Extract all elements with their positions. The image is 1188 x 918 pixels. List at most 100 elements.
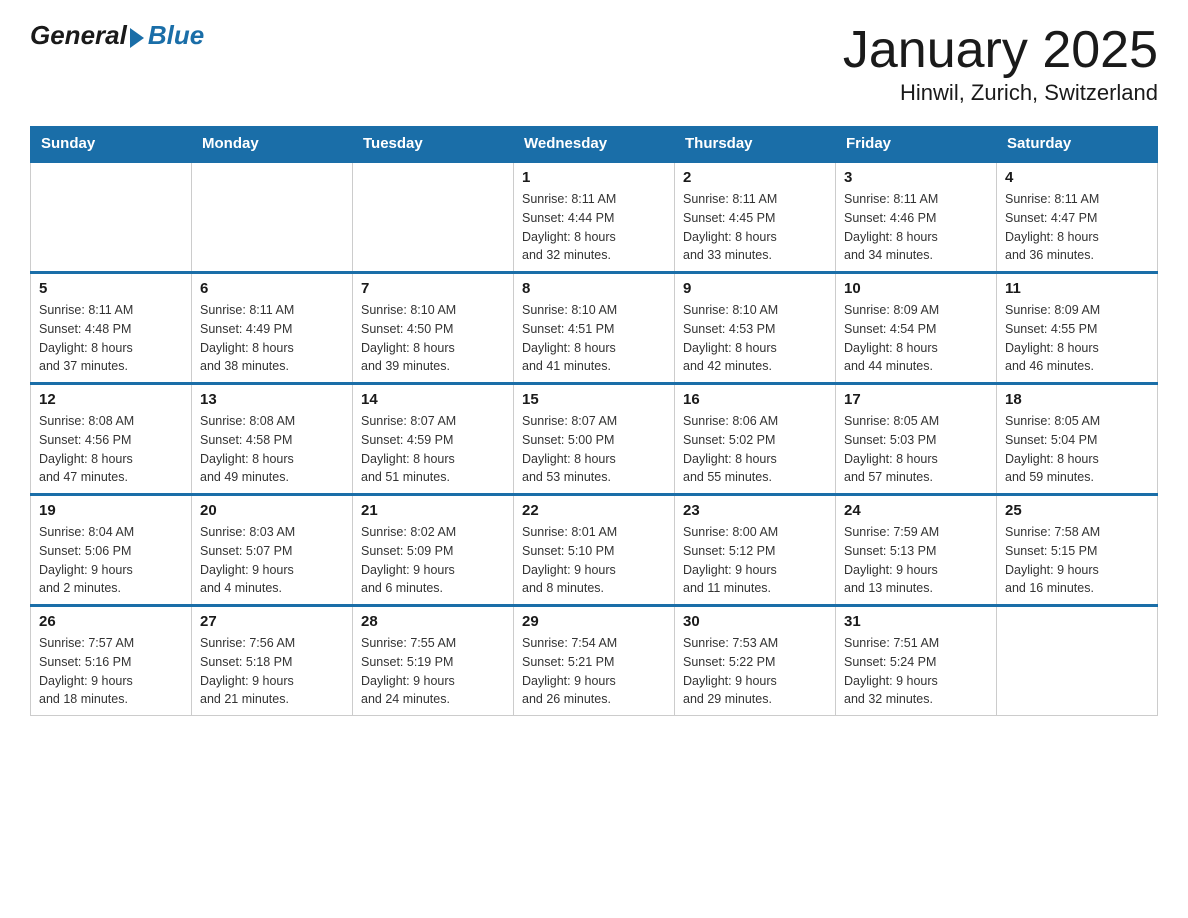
day-number: 7	[361, 280, 505, 297]
day-info: Sunrise: 8:11 AM Sunset: 4:45 PM Dayligh…	[683, 190, 827, 265]
logo: General Blue	[30, 20, 204, 51]
day-info: Sunrise: 8:01 AM Sunset: 5:10 PM Dayligh…	[522, 523, 666, 598]
day-number: 22	[522, 502, 666, 519]
calendar-header-thursday: Thursday	[675, 127, 836, 162]
calendar-week-row: 12 Sunrise: 8:08 AM Sunset: 4:56 PM Dayli…	[31, 384, 1158, 495]
calendar-cell: 4 Sunrise: 8:11 AM Sunset: 4:47 PM Daylig…	[997, 162, 1158, 273]
day-info: Sunrise: 8:03 AM Sunset: 5:07 PM Dayligh…	[200, 523, 344, 598]
day-info: Sunrise: 8:04 AM Sunset: 5:06 PM Dayligh…	[39, 523, 183, 598]
calendar-cell: 29Sunrise: 7:54 AM Sunset: 5:21 PM Dayli…	[514, 606, 675, 716]
day-number: 14	[361, 391, 505, 408]
calendar-week-row: 26 Sunrise: 7:57 AM Sunset: 5:16 PM Dayli…	[31, 606, 1158, 716]
calendar-cell: 27Sunrise: 7:56 AM Sunset: 5:18 PM Dayli…	[192, 606, 353, 716]
calendar-cell	[353, 162, 514, 273]
day-info: Sunrise: 8:05 AM Sunset: 5:03 PM Dayligh…	[844, 412, 988, 487]
location-text: Hinwil, Zurich, Switzerland	[843, 80, 1158, 106]
calendar-header-saturday: Saturday	[997, 127, 1158, 162]
day-number: 1	[522, 169, 666, 186]
calendar-header-monday: Monday	[192, 127, 353, 162]
calendar-cell: 12 Sunrise: 8:08 AM Sunset: 4:56 PM Dayli…	[31, 384, 192, 495]
day-info: Sunrise: 8:08 AM Sunset: 4:56 PM Dayligh…	[39, 412, 183, 487]
calendar-cell: 31 Sunrise: 7:51 AM Sunset: 5:24 PM Dayli…	[836, 606, 997, 716]
calendar-header-sunday: Sunday	[31, 127, 192, 162]
calendar-header-tuesday: Tuesday	[353, 127, 514, 162]
day-number: 9	[683, 280, 827, 297]
day-number: 25	[1005, 502, 1149, 519]
calendar-cell: 9 Sunrise: 8:10 AM Sunset: 4:53 PM Daylig…	[675, 273, 836, 384]
calendar-cell: 24 Sunrise: 7:59 AM Sunset: 5:13 PM Dayli…	[836, 495, 997, 606]
calendar-cell: 1 Sunrise: 8:11 AM Sunset: 4:44 PM Daylig…	[514, 162, 675, 273]
day-number: 29	[522, 613, 666, 630]
day-info: Sunrise: 7:58 AM Sunset: 5:15 PM Dayligh…	[1005, 523, 1149, 598]
day-number: 23	[683, 502, 827, 519]
day-number: 4	[1005, 169, 1149, 186]
day-number: 30	[683, 613, 827, 630]
calendar-cell	[31, 162, 192, 273]
day-number: 31	[844, 613, 988, 630]
calendar-table: SundayMondayTuesdayWednesdayThursdayFrid…	[30, 126, 1158, 716]
logo-blue-text: Blue	[148, 20, 204, 51]
day-info: Sunrise: 8:11 AM Sunset: 4:44 PM Dayligh…	[522, 190, 666, 265]
day-info: Sunrise: 7:51 AM Sunset: 5:24 PM Dayligh…	[844, 634, 988, 709]
day-info: Sunrise: 7:53 AM Sunset: 5:22 PM Dayligh…	[683, 634, 827, 709]
calendar-cell: 19Sunrise: 8:04 AM Sunset: 5:06 PM Dayli…	[31, 495, 192, 606]
calendar-cell: 17 Sunrise: 8:05 AM Sunset: 5:03 PM Dayli…	[836, 384, 997, 495]
calendar-cell: 16 Sunrise: 8:06 AM Sunset: 5:02 PM Dayli…	[675, 384, 836, 495]
calendar-cell: 13 Sunrise: 8:08 AM Sunset: 4:58 PM Dayli…	[192, 384, 353, 495]
day-number: 26	[39, 613, 183, 630]
day-number: 6	[200, 280, 344, 297]
day-number: 3	[844, 169, 988, 186]
day-number: 5	[39, 280, 183, 297]
calendar-header-friday: Friday	[836, 127, 997, 162]
page-header: General Blue January 2025 Hinwil, Zurich…	[30, 20, 1158, 106]
day-info: Sunrise: 8:10 AM Sunset: 4:51 PM Dayligh…	[522, 301, 666, 376]
calendar-cell: 22 Sunrise: 8:01 AM Sunset: 5:10 PM Dayli…	[514, 495, 675, 606]
day-info: Sunrise: 8:11 AM Sunset: 4:47 PM Dayligh…	[1005, 190, 1149, 265]
day-number: 12	[39, 391, 183, 408]
calendar-cell	[997, 606, 1158, 716]
day-info: Sunrise: 8:09 AM Sunset: 4:54 PM Dayligh…	[844, 301, 988, 376]
calendar-cell: 2 Sunrise: 8:11 AM Sunset: 4:45 PM Daylig…	[675, 162, 836, 273]
day-number: 15	[522, 391, 666, 408]
day-info: Sunrise: 8:07 AM Sunset: 5:00 PM Dayligh…	[522, 412, 666, 487]
day-number: 10	[844, 280, 988, 297]
day-info: Sunrise: 7:59 AM Sunset: 5:13 PM Dayligh…	[844, 523, 988, 598]
day-number: 8	[522, 280, 666, 297]
day-number: 16	[683, 391, 827, 408]
calendar-cell	[192, 162, 353, 273]
day-info: Sunrise: 8:10 AM Sunset: 4:53 PM Dayligh…	[683, 301, 827, 376]
day-number: 2	[683, 169, 827, 186]
logo-arrow-icon	[130, 28, 144, 48]
month-title: January 2025	[843, 20, 1158, 80]
calendar-week-row: 19Sunrise: 8:04 AM Sunset: 5:06 PM Dayli…	[31, 495, 1158, 606]
day-info: Sunrise: 8:00 AM Sunset: 5:12 PM Dayligh…	[683, 523, 827, 598]
calendar-cell: 5 Sunrise: 8:11 AM Sunset: 4:48 PM Daylig…	[31, 273, 192, 384]
day-info: Sunrise: 8:07 AM Sunset: 4:59 PM Dayligh…	[361, 412, 505, 487]
calendar-cell: 7 Sunrise: 8:10 AM Sunset: 4:50 PM Daylig…	[353, 273, 514, 384]
day-number: 20	[200, 502, 344, 519]
day-info: Sunrise: 7:57 AM Sunset: 5:16 PM Dayligh…	[39, 634, 183, 709]
calendar-cell: 25 Sunrise: 7:58 AM Sunset: 5:15 PM Dayli…	[997, 495, 1158, 606]
day-info: Sunrise: 7:56 AM Sunset: 5:18 PM Dayligh…	[200, 634, 344, 709]
calendar-week-row: 5 Sunrise: 8:11 AM Sunset: 4:48 PM Daylig…	[31, 273, 1158, 384]
calendar-cell: 18 Sunrise: 8:05 AM Sunset: 5:04 PM Dayli…	[997, 384, 1158, 495]
day-number: 11	[1005, 280, 1149, 297]
calendar-cell: 8 Sunrise: 8:10 AM Sunset: 4:51 PM Daylig…	[514, 273, 675, 384]
day-number: 18	[1005, 391, 1149, 408]
day-number: 17	[844, 391, 988, 408]
day-number: 24	[844, 502, 988, 519]
day-info: Sunrise: 8:11 AM Sunset: 4:48 PM Dayligh…	[39, 301, 183, 376]
calendar-cell: 15 Sunrise: 8:07 AM Sunset: 5:00 PM Dayli…	[514, 384, 675, 495]
day-info: Sunrise: 8:05 AM Sunset: 5:04 PM Dayligh…	[1005, 412, 1149, 487]
day-number: 28	[361, 613, 505, 630]
calendar-cell: 3 Sunrise: 8:11 AM Sunset: 4:46 PM Daylig…	[836, 162, 997, 273]
title-section: January 2025 Hinwil, Zurich, Switzerland	[843, 20, 1158, 106]
day-info: Sunrise: 8:11 AM Sunset: 4:46 PM Dayligh…	[844, 190, 988, 265]
calendar-cell: 23 Sunrise: 8:00 AM Sunset: 5:12 PM Dayli…	[675, 495, 836, 606]
day-info: Sunrise: 8:06 AM Sunset: 5:02 PM Dayligh…	[683, 412, 827, 487]
day-info: Sunrise: 8:09 AM Sunset: 4:55 PM Dayligh…	[1005, 301, 1149, 376]
day-number: 13	[200, 391, 344, 408]
calendar-cell: 26 Sunrise: 7:57 AM Sunset: 5:16 PM Dayli…	[31, 606, 192, 716]
day-info: Sunrise: 8:10 AM Sunset: 4:50 PM Dayligh…	[361, 301, 505, 376]
day-info: Sunrise: 8:08 AM Sunset: 4:58 PM Dayligh…	[200, 412, 344, 487]
